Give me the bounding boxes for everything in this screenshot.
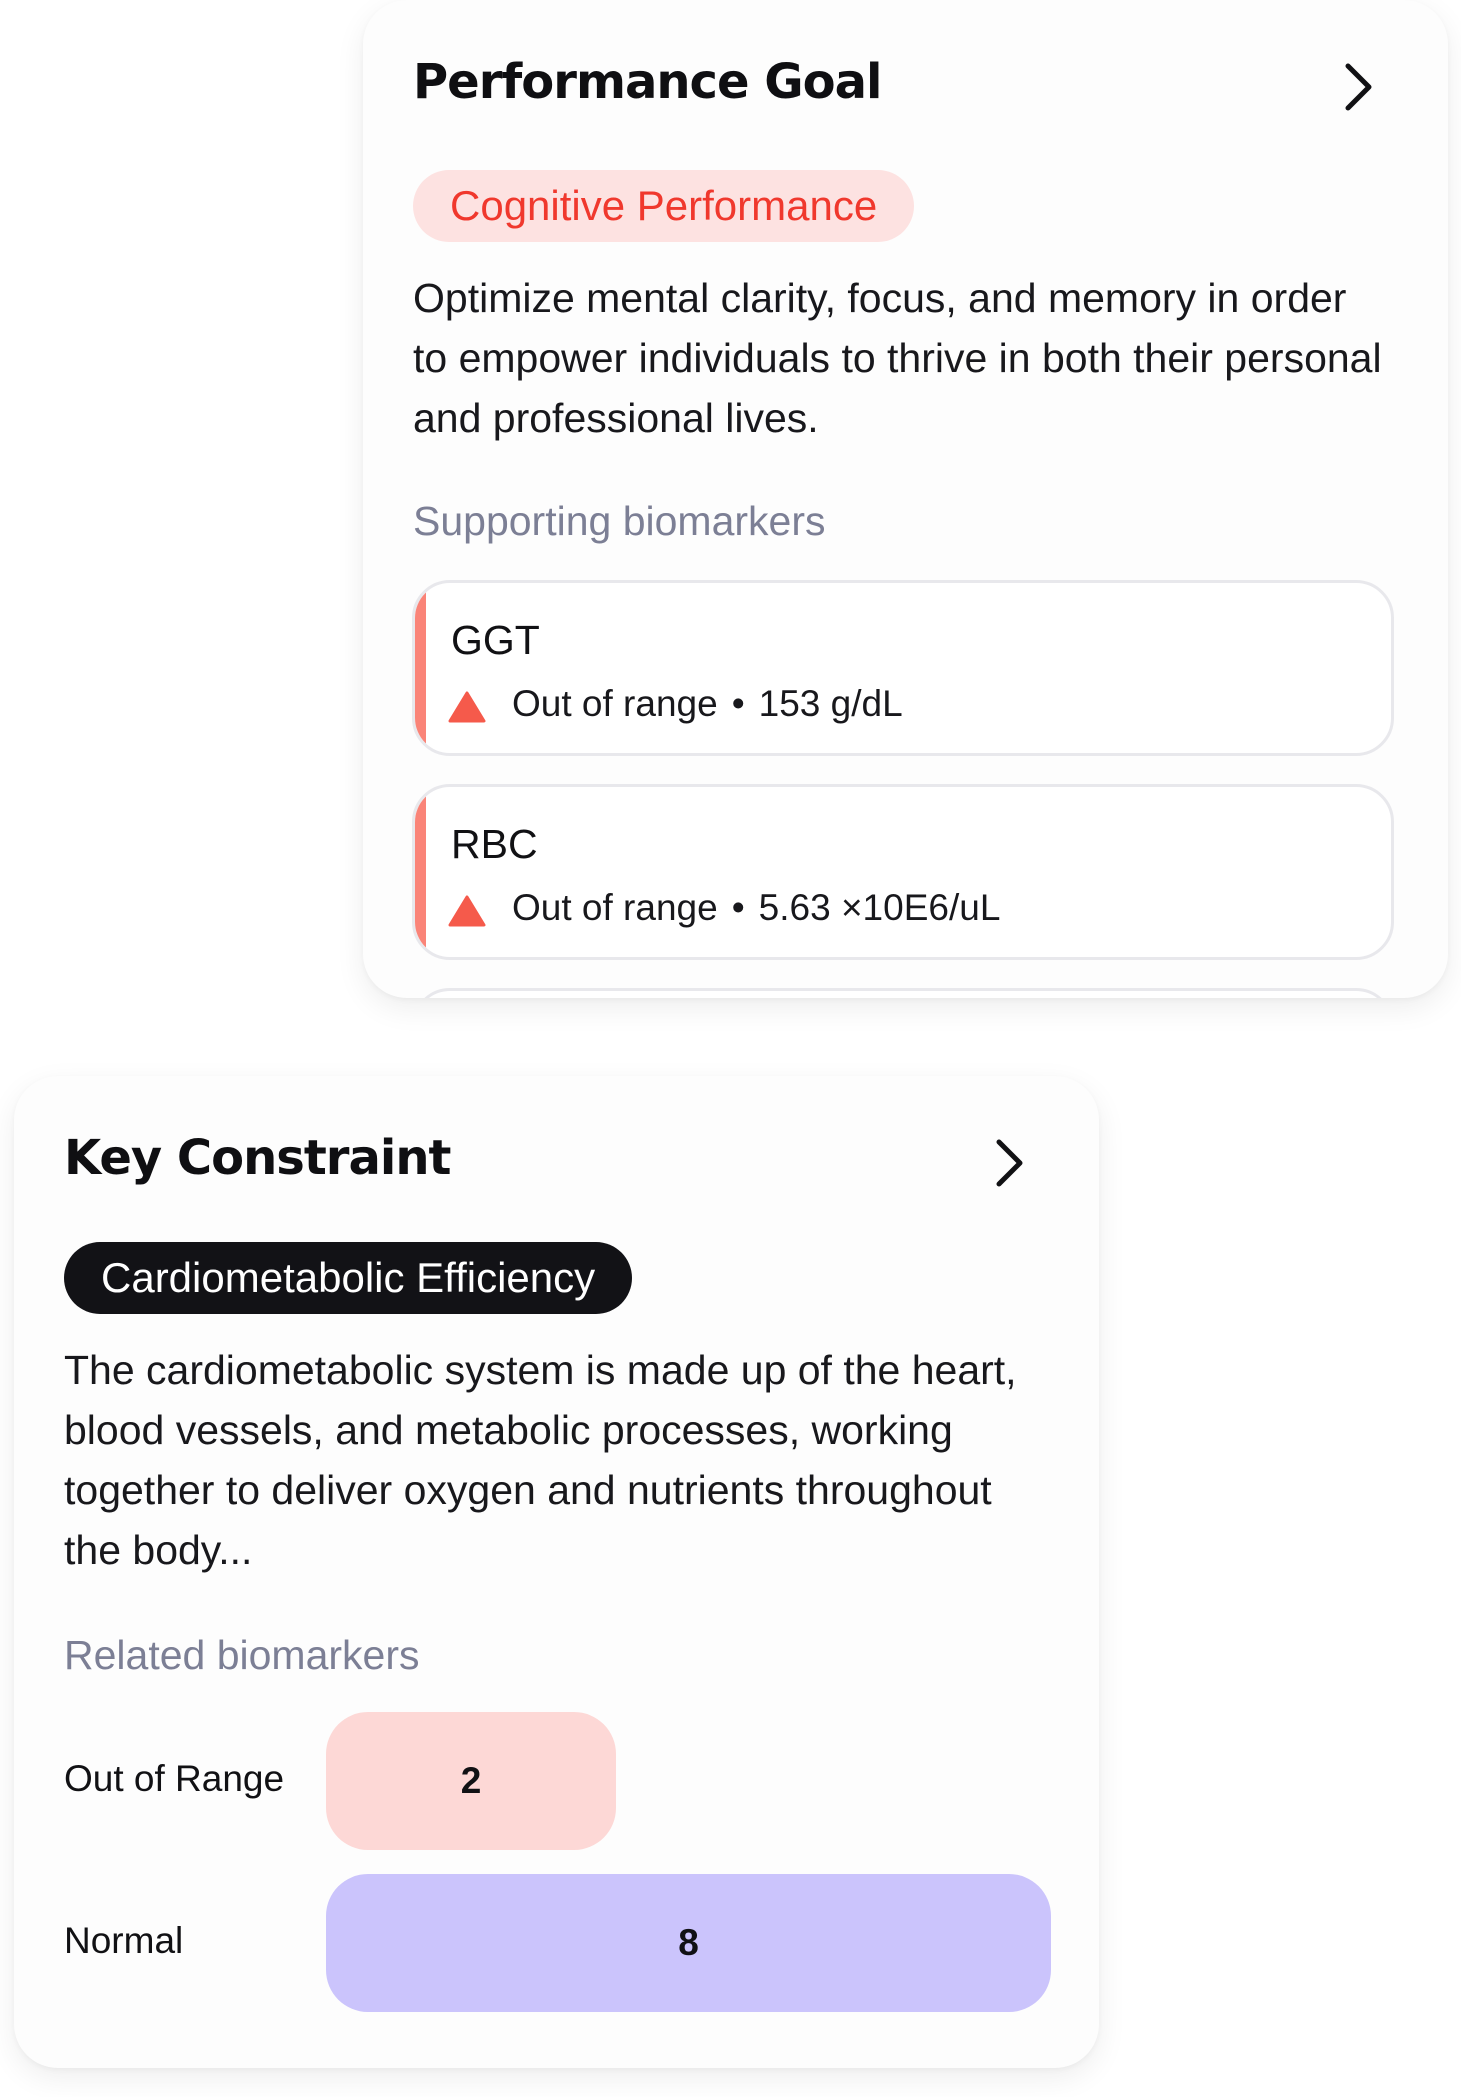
biomarker-name: GGT xyxy=(451,617,540,663)
status-text: Out of range xyxy=(512,683,718,724)
out-of-range-label: Out of Range xyxy=(64,1758,285,1799)
supporting-biomarkers-label: Supporting biomarkers xyxy=(413,498,826,544)
separator-dot: • xyxy=(731,887,745,928)
normal-label: Normal xyxy=(64,1920,184,1961)
biomarker-status: Out of range • 5.63 ×10E6/uL xyxy=(512,887,1000,929)
biomarker-status: Out of range • 153 g/dL xyxy=(512,683,903,725)
biomarker-item-ggt[interactable]: GGT Out of range • 153 g/dL xyxy=(412,580,1394,756)
related-biomarkers-label: Related biomarkers xyxy=(64,1632,420,1678)
biomarker-value: 153 g/dL xyxy=(758,683,903,724)
biomarker-name: RBC xyxy=(451,821,538,867)
constraint-description: The cardiometabolic system is made up of… xyxy=(64,1347,1017,1573)
warning-triangle-icon xyxy=(448,691,486,723)
performance-goal-title: Performance Goal xyxy=(413,54,882,110)
goal-category-badge: Cognitive Performance xyxy=(413,170,915,242)
biomarker-item-rbc[interactable]: RBC Out of range • 5.63 ×10E6/uL xyxy=(412,784,1394,960)
chevron-right-icon[interactable] xyxy=(1338,60,1378,114)
separator-dot: • xyxy=(731,683,745,724)
key-constraint-card[interactable]: Key Constraint Cardiometabolic Efficienc… xyxy=(14,1076,1099,2068)
constraint-category-badge: Cardiometabolic Efficiency xyxy=(64,1242,633,1314)
normal-count-bar[interactable]: 8 xyxy=(326,1874,1051,2012)
status-text: Out of range xyxy=(512,887,718,928)
biomarker-value: 5.63 ×10E6/uL xyxy=(758,887,1001,928)
chevron-right-icon[interactable] xyxy=(989,1136,1029,1190)
goal-description: Optimize mental clarity, focus, and memo… xyxy=(413,275,1382,441)
warning-triangle-icon xyxy=(448,895,486,927)
key-constraint-title: Key Constraint xyxy=(64,1130,451,1186)
performance-goal-card[interactable]: Performance Goal Cognitive Performance O… xyxy=(363,0,1448,998)
biomarker-item-partial[interactable] xyxy=(412,988,1394,998)
out-of-range-count-bar[interactable]: 2 xyxy=(326,1712,616,1850)
